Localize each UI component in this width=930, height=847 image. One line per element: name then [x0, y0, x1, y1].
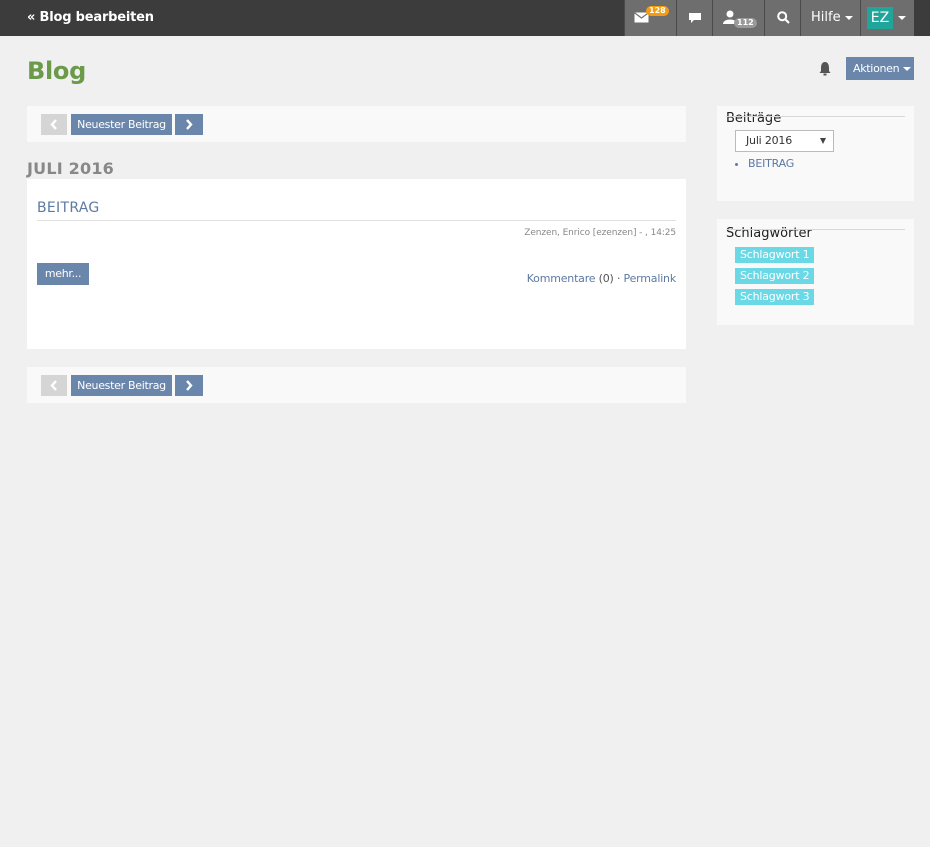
- chevron-left-icon: [50, 380, 57, 391]
- help-menu[interactable]: Hilfe: [800, 0, 860, 36]
- posts-widget-heading: Beiträge: [726, 111, 782, 126]
- permalink-link[interactable]: Permalink: [624, 272, 677, 285]
- month-select-value: Juli 2016: [746, 134, 793, 147]
- tag-link[interactable]: Schlagwort 2: [735, 268, 815, 284]
- bell-icon[interactable]: [818, 61, 832, 77]
- divider: [726, 229, 905, 230]
- user-menu[interactable]: EZ: [860, 0, 914, 36]
- month-select[interactable]: Juli 2016: [735, 130, 834, 152]
- sidebar-tags-widget: Schlagwörter Schlagwort 1 Schlagwort 2 S…: [717, 219, 914, 325]
- pager-bottom: Neuester Beitrag: [27, 367, 686, 403]
- next-page-button[interactable]: [175, 114, 203, 135]
- chevron-down-icon: [903, 67, 912, 71]
- tag-link[interactable]: Schlagwort 1: [735, 247, 815, 263]
- chat-icon: [689, 13, 701, 23]
- post-card: BEITRAG Zenzen, Enrico [ezenzen] - , 14:…: [27, 179, 686, 349]
- list-item[interactable]: BEITRAG: [748, 157, 794, 170]
- post-links: Kommentare (0) · Permalink: [527, 272, 676, 285]
- post-title[interactable]: BEITRAG: [37, 200, 100, 216]
- previous-page-button[interactable]: [41, 114, 67, 135]
- help-label: Hilfe: [811, 10, 841, 25]
- avatar: EZ: [867, 7, 893, 29]
- chevron-down-icon: [898, 16, 906, 20]
- search-icon: [777, 11, 790, 24]
- contacts-button[interactable]: 112: [712, 0, 764, 36]
- next-page-button[interactable]: [175, 375, 203, 396]
- newest-post-button[interactable]: Neuester Beitrag: [71, 375, 172, 396]
- contacts-badge: 112: [734, 18, 757, 28]
- post-author-time: Zenzen, Enrico [ezenzen] - , 14:25: [524, 228, 676, 238]
- chevron-right-icon: [186, 119, 193, 130]
- previous-page-button[interactable]: [41, 375, 67, 396]
- chevron-down-icon: [844, 15, 853, 20]
- messages-badge: 128: [646, 6, 669, 16]
- actions-dropdown-button[interactable]: Aktionen: [846, 57, 914, 80]
- top-navbar: « Blog bearbeiten 128 112 Hilfe EZ: [0, 0, 930, 36]
- back-to-blog-edit-link[interactable]: « Blog bearbeiten: [27, 0, 154, 36]
- chat-button[interactable]: [676, 0, 712, 36]
- comments-count: (0): [598, 272, 614, 285]
- newest-post-button[interactable]: Neuester Beitrag: [71, 114, 172, 135]
- chevron-down-icon: [820, 138, 826, 144]
- comments-link[interactable]: Kommentare: [527, 272, 596, 285]
- read-more-button[interactable]: mehr...: [37, 263, 89, 285]
- posts-list: BEITRAG: [748, 157, 794, 170]
- page-title: Blog: [27, 57, 86, 85]
- messages-button[interactable]: 128: [624, 0, 676, 36]
- chevron-left-icon: [50, 119, 57, 130]
- pager-top: Neuester Beitrag: [27, 106, 686, 142]
- chevron-right-icon: [186, 380, 193, 391]
- divider: [726, 116, 905, 117]
- link-separator: ·: [616, 272, 621, 285]
- month-heading: JULI 2016: [27, 159, 114, 178]
- actions-label: Aktionen: [853, 62, 900, 75]
- search-button[interactable]: [764, 0, 800, 36]
- divider: [37, 220, 676, 221]
- sidebar-posts-widget: Beiträge Juli 2016 BEITRAG: [717, 106, 914, 201]
- tag-link[interactable]: Schlagwort 3: [735, 289, 815, 305]
